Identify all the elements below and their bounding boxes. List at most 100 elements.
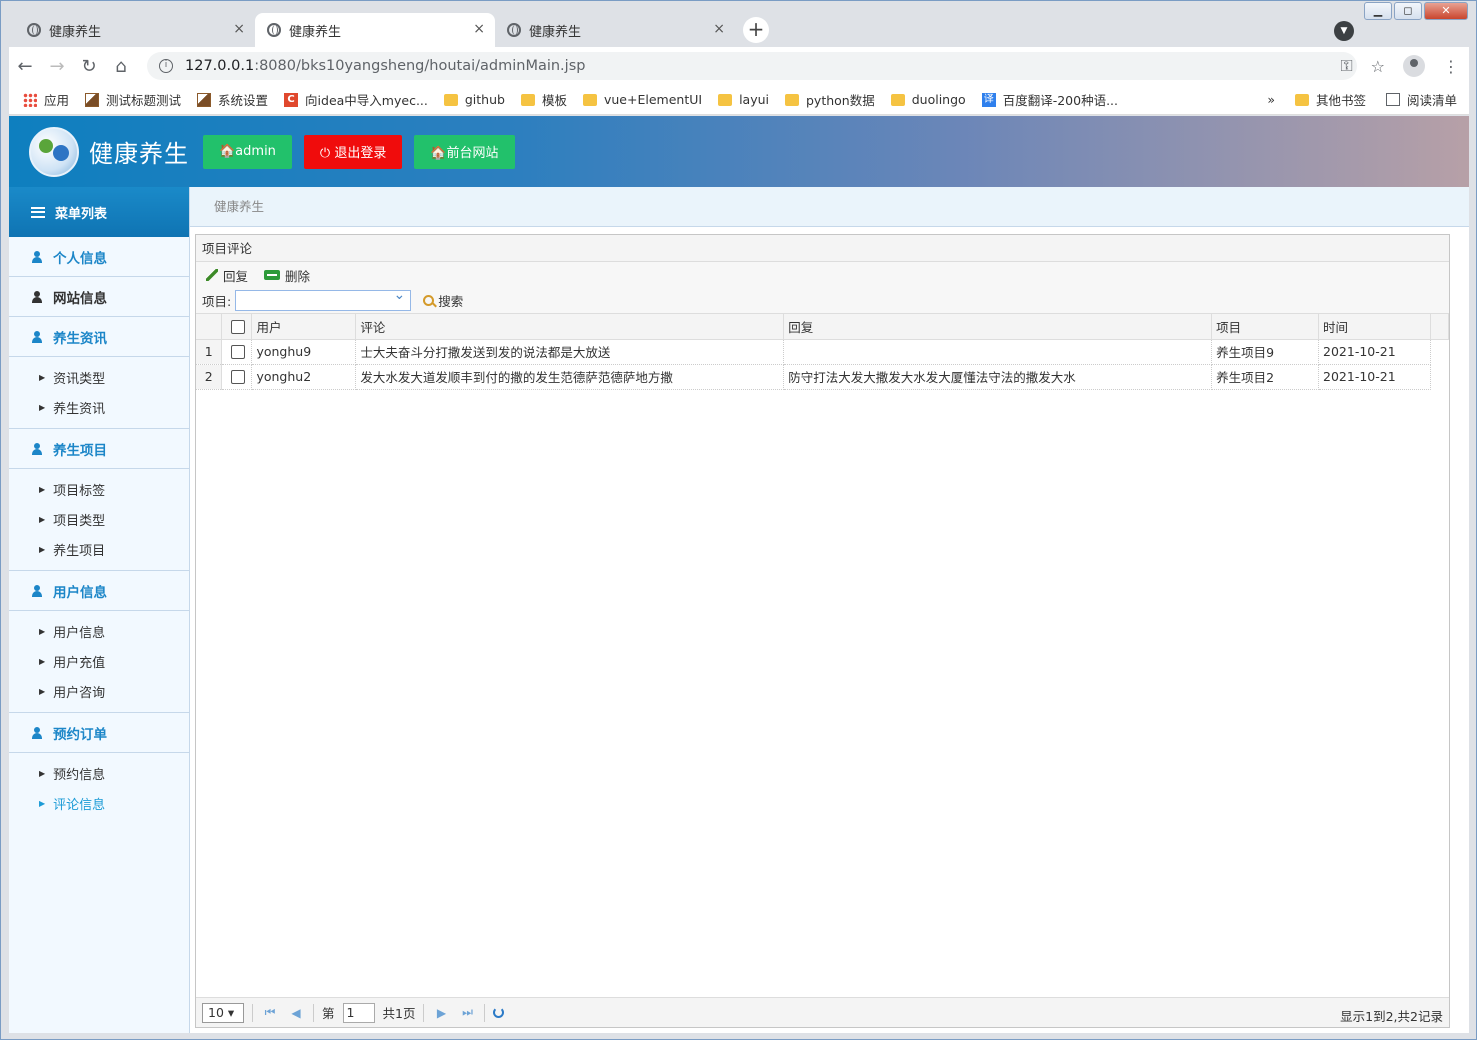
maximize-button[interactable]: ◻ xyxy=(1394,2,1422,20)
bookmark-folder[interactable]: github xyxy=(443,92,505,107)
column-header[interactable]: 回复 xyxy=(783,314,1213,340)
logout-button[interactable]: ⏻ 退出登录 xyxy=(303,134,403,169)
url-path: :8080/bks10yangsheng/houtai/adminMain.js… xyxy=(254,58,586,74)
sidebar-group-personal[interactable]: 个人信息 xyxy=(9,237,189,277)
project-select[interactable] xyxy=(235,287,412,311)
table-row[interactable]: 2 yonghu2 发大水发大道发顺丰到付的撒的发生范德萨范德萨地方撒 防守打法… xyxy=(196,364,1449,390)
folder-icon xyxy=(1294,93,1309,106)
refresh-icon[interactable] xyxy=(493,1007,505,1018)
delete-button[interactable]: 删除 xyxy=(264,266,310,285)
tab-search-icon[interactable]: ▼ xyxy=(1334,21,1354,41)
menu-icon[interactable]: ⋮ xyxy=(1443,57,1459,76)
new-tab-button[interactable]: + xyxy=(743,17,769,43)
column-header[interactable]: 时间 xyxy=(1318,314,1431,340)
more-bookmarks-button[interactable]: » xyxy=(1267,92,1275,107)
sidebar-item[interactable]: ▶ 项目类型 xyxy=(9,504,189,534)
delete-label: 删除 xyxy=(285,268,311,284)
bookmark-folder[interactable]: vue+ElementUI xyxy=(582,92,703,107)
sidebar-item[interactable]: ▶ 用户充值 xyxy=(9,646,189,676)
user-icon xyxy=(31,726,43,739)
sidebar-group-projects[interactable]: 养生项目 xyxy=(9,429,189,469)
reading-list[interactable]: 阅读清单 xyxy=(1385,90,1457,109)
row-checkbox[interactable] xyxy=(231,370,246,385)
sidebar-group-site[interactable]: 网站信息 xyxy=(9,277,189,317)
close-tab-icon[interactable]: × xyxy=(713,21,725,37)
sidebar-group-news[interactable]: 养生资讯 xyxy=(9,317,189,357)
address-bar[interactable]: i 127.0.0.1:8080/bks10yangsheng/houtai/a… xyxy=(147,52,1357,80)
user-cell: yonghu9 xyxy=(251,339,357,365)
bookmark[interactable]: C 向idea中导入myec... xyxy=(284,90,428,109)
separator xyxy=(313,1003,314,1022)
apps-icon xyxy=(23,92,37,107)
select-all-checkbox[interactable] xyxy=(231,320,246,334)
bookmark[interactable]: 测试标题测试 xyxy=(85,90,181,109)
close-tab-icon[interactable]: × xyxy=(473,21,485,37)
reply-label: 回复 xyxy=(223,268,249,284)
other-bookmarks[interactable]: 其他书签 xyxy=(1294,90,1366,109)
browser-tab[interactable]: 健康养生 × xyxy=(495,13,735,47)
bookmark-label: 应用 xyxy=(44,93,70,108)
sidebar-item[interactable]: ▶ 用户咨询 xyxy=(9,676,189,706)
folder-icon xyxy=(785,93,799,106)
star-icon[interactable]: ☆ xyxy=(1371,57,1385,76)
sidebar-item[interactable]: ▶ 养生项目 xyxy=(9,534,189,564)
profile-avatar[interactable] xyxy=(1403,55,1425,77)
back-icon[interactable]: ← xyxy=(9,56,41,77)
sidebar-group-users[interactable]: 用户信息 xyxy=(9,571,189,611)
reply-cell xyxy=(783,339,1213,365)
panel-toolbar: 回复 删除 xyxy=(196,262,1449,288)
sidebar-header: 菜单列表 xyxy=(9,187,189,237)
admin-button[interactable]: 🏠admin xyxy=(203,134,292,169)
column-header[interactable]: 用户 xyxy=(251,314,357,340)
reload-icon[interactable]: ↻ xyxy=(73,56,105,77)
row-checkbox[interactable] xyxy=(231,345,246,360)
reply-button[interactable]: 回复 xyxy=(206,266,248,285)
home-icon[interactable]: ⌂ xyxy=(105,56,137,77)
table-row[interactable]: 1 yonghu9 士大夫奋斗分打撒发送到发的说法都是大放送 养生项目9 202… xyxy=(196,339,1449,365)
forward-icon[interactable]: → xyxy=(41,56,73,77)
close-tab-icon[interactable]: × xyxy=(233,21,245,37)
sidebar-item[interactable]: ▶ 预约信息 xyxy=(9,758,189,788)
minimize-button[interactable]: ▁ xyxy=(1364,2,1392,20)
page-size-select[interactable]: 10 ▾ xyxy=(202,1002,244,1023)
sidebar-item-active[interactable]: ▶ 评论信息 xyxy=(9,788,189,818)
bookmark[interactable]: 系统设置 xyxy=(197,90,268,109)
bookmark-apps[interactable]: 应用 xyxy=(23,90,69,109)
info-icon[interactable]: i xyxy=(159,59,173,73)
next-page-icon[interactable]: ▶ xyxy=(432,1006,450,1020)
item-label: 用户咨询 xyxy=(53,685,106,701)
folder-icon xyxy=(520,93,535,106)
browser-tab[interactable]: 健康养生 × xyxy=(15,13,255,47)
caret-right-icon: ▶ xyxy=(39,514,46,524)
tab-strip: 健康养生 × 健康养生 × 健康养生 × + xyxy=(15,13,777,47)
bookmark-folder[interactable]: python数据 xyxy=(785,90,875,109)
bookmark[interactable]: 译百度翻译-200种语... xyxy=(981,90,1118,109)
prev-page-icon[interactable]: ◀ xyxy=(287,1006,305,1020)
sidebar-item[interactable]: ▶ 用户信息 xyxy=(9,616,189,646)
row-number: 1 xyxy=(196,339,223,365)
bookmark-label: vue+ElementUI xyxy=(603,92,703,107)
close-window-button[interactable]: ✕ xyxy=(1424,2,1468,20)
column-header[interactable]: 评论 xyxy=(355,314,785,340)
page-number-input[interactable]: 1 xyxy=(342,1002,375,1023)
globe-icon xyxy=(267,23,281,37)
first-page-icon[interactable]: ⏮ xyxy=(261,1005,279,1020)
sidebar-item[interactable]: ▶ 养生资讯 xyxy=(9,392,189,422)
search-button[interactable]: 搜索 xyxy=(423,291,463,310)
bookmark-label: 系统设置 xyxy=(218,93,269,108)
browser-tab-active[interactable]: 健康养生 × xyxy=(255,13,495,47)
bookmark-folder[interactable]: 模板 xyxy=(520,90,567,109)
key-icon[interactable]: ⚿ xyxy=(1340,56,1352,76)
item-label: 预约信息 xyxy=(53,767,106,783)
bookmark-label: python数据 xyxy=(806,93,875,108)
last-page-icon[interactable]: ⏭ xyxy=(458,1005,476,1020)
column-header[interactable]: 项目 xyxy=(1211,314,1320,340)
bookmark-folder[interactable]: duolingo xyxy=(890,92,966,107)
translate-icon: 译 xyxy=(981,92,996,107)
sidebar-group-orders[interactable]: 预约订单 xyxy=(9,713,189,753)
sidebar-item[interactable]: ▶ 项目标签 xyxy=(9,474,189,504)
frontend-site-button[interactable]: 🏠前台网站 xyxy=(414,134,515,169)
sidebar-item[interactable]: ▶ 资讯类型 xyxy=(9,362,189,392)
row-number-header xyxy=(196,314,223,340)
bookmark-folder[interactable]: layui xyxy=(718,92,769,107)
